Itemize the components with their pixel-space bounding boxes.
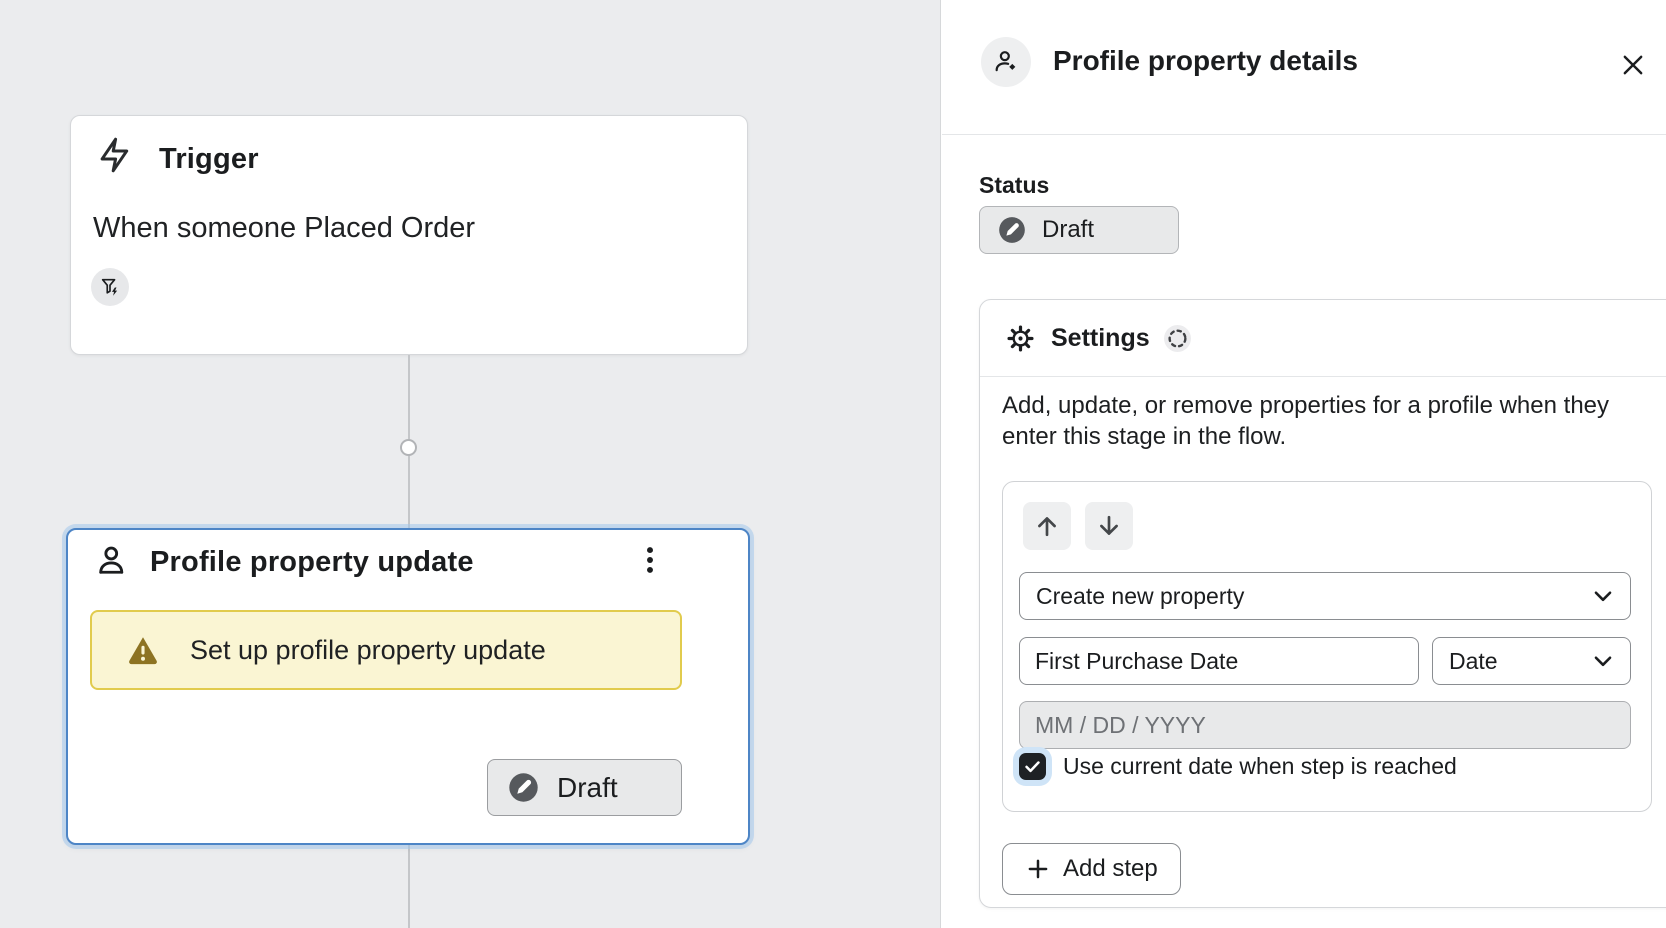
settings-header: Settings [980, 300, 1666, 377]
warning-triangle-icon [126, 633, 160, 667]
arrow-up-icon [1033, 512, 1061, 540]
connector-line-bottom [408, 845, 410, 928]
connector-node [400, 439, 417, 456]
move-step-up-button[interactable] [1023, 502, 1071, 550]
close-icon [1619, 51, 1647, 79]
status-label: Status [979, 172, 1049, 199]
date-value-input[interactable] [1019, 701, 1631, 749]
move-step-down-button[interactable] [1085, 502, 1133, 550]
profile-property-update-card[interactable]: Profile property update Set up profile p… [66, 528, 750, 845]
property-action-select[interactable]: Create new property [1019, 572, 1631, 620]
action-card-title: Profile property update [150, 546, 474, 579]
gear-icon [1007, 325, 1034, 352]
property-step-editor: Create new property Date [1002, 481, 1652, 812]
kebab-menu-icon [633, 543, 667, 577]
checkmark-icon [1023, 757, 1042, 776]
card-options-button[interactable] [628, 538, 672, 582]
card-status-badge: Draft [487, 759, 682, 816]
add-step-button[interactable]: Add step [1002, 843, 1181, 895]
plus-icon [1025, 856, 1051, 882]
panel-avatar [981, 37, 1031, 87]
property-type-select[interactable]: Date [1432, 637, 1631, 685]
panel-header-divider [942, 134, 1666, 135]
use-current-date-checkbox[interactable] [1019, 753, 1046, 780]
status-badge: Draft [979, 206, 1179, 254]
settings-description: Add, update, or remove properties for a … [1002, 390, 1654, 452]
arrow-down-icon [1095, 512, 1123, 540]
details-panel: Profile property details Status Draft [942, 0, 1666, 928]
pencil-circle-icon [508, 772, 539, 803]
trigger-filter-badge [91, 268, 129, 306]
chevron-down-icon [1590, 583, 1616, 609]
use-current-date-row: Use current date when step is reached [1019, 753, 1457, 780]
person-property-icon [992, 48, 1020, 76]
card-status-label: Draft [557, 772, 618, 804]
trigger-card[interactable]: Trigger When someone Placed Order [70, 115, 748, 355]
settings-card: Settings Add, update, or remove properti… [979, 299, 1666, 908]
panel-title: Profile property details [1053, 45, 1358, 77]
flow-canvas[interactable]: Trigger When someone Placed Order Profil… [0, 0, 941, 928]
property-type-value: Date [1449, 648, 1498, 675]
filter-lightning-icon [99, 276, 121, 298]
status-value: Draft [1042, 216, 1094, 244]
lightning-icon [95, 136, 133, 174]
setup-warning-banner[interactable]: Set up profile property update [90, 610, 682, 690]
dashed-spinner-icon [1164, 325, 1191, 352]
trigger-card-title: Trigger [159, 143, 259, 176]
chevron-down-icon [1590, 648, 1616, 674]
flow-builder-app: Trigger When someone Placed Order Profil… [0, 0, 1666, 928]
settings-title: Settings [1051, 324, 1150, 353]
property-name-input[interactable] [1019, 637, 1419, 685]
warning-text: Set up profile property update [190, 635, 546, 666]
use-current-date-label: Use current date when step is reached [1063, 753, 1457, 780]
close-panel-button[interactable] [1610, 42, 1656, 88]
pencil-circle-icon [998, 216, 1026, 244]
person-icon [94, 543, 130, 579]
trigger-card-subtitle: When someone Placed Order [93, 212, 475, 245]
property-action-value: Create new property [1036, 583, 1244, 610]
add-step-label: Add step [1063, 855, 1158, 883]
